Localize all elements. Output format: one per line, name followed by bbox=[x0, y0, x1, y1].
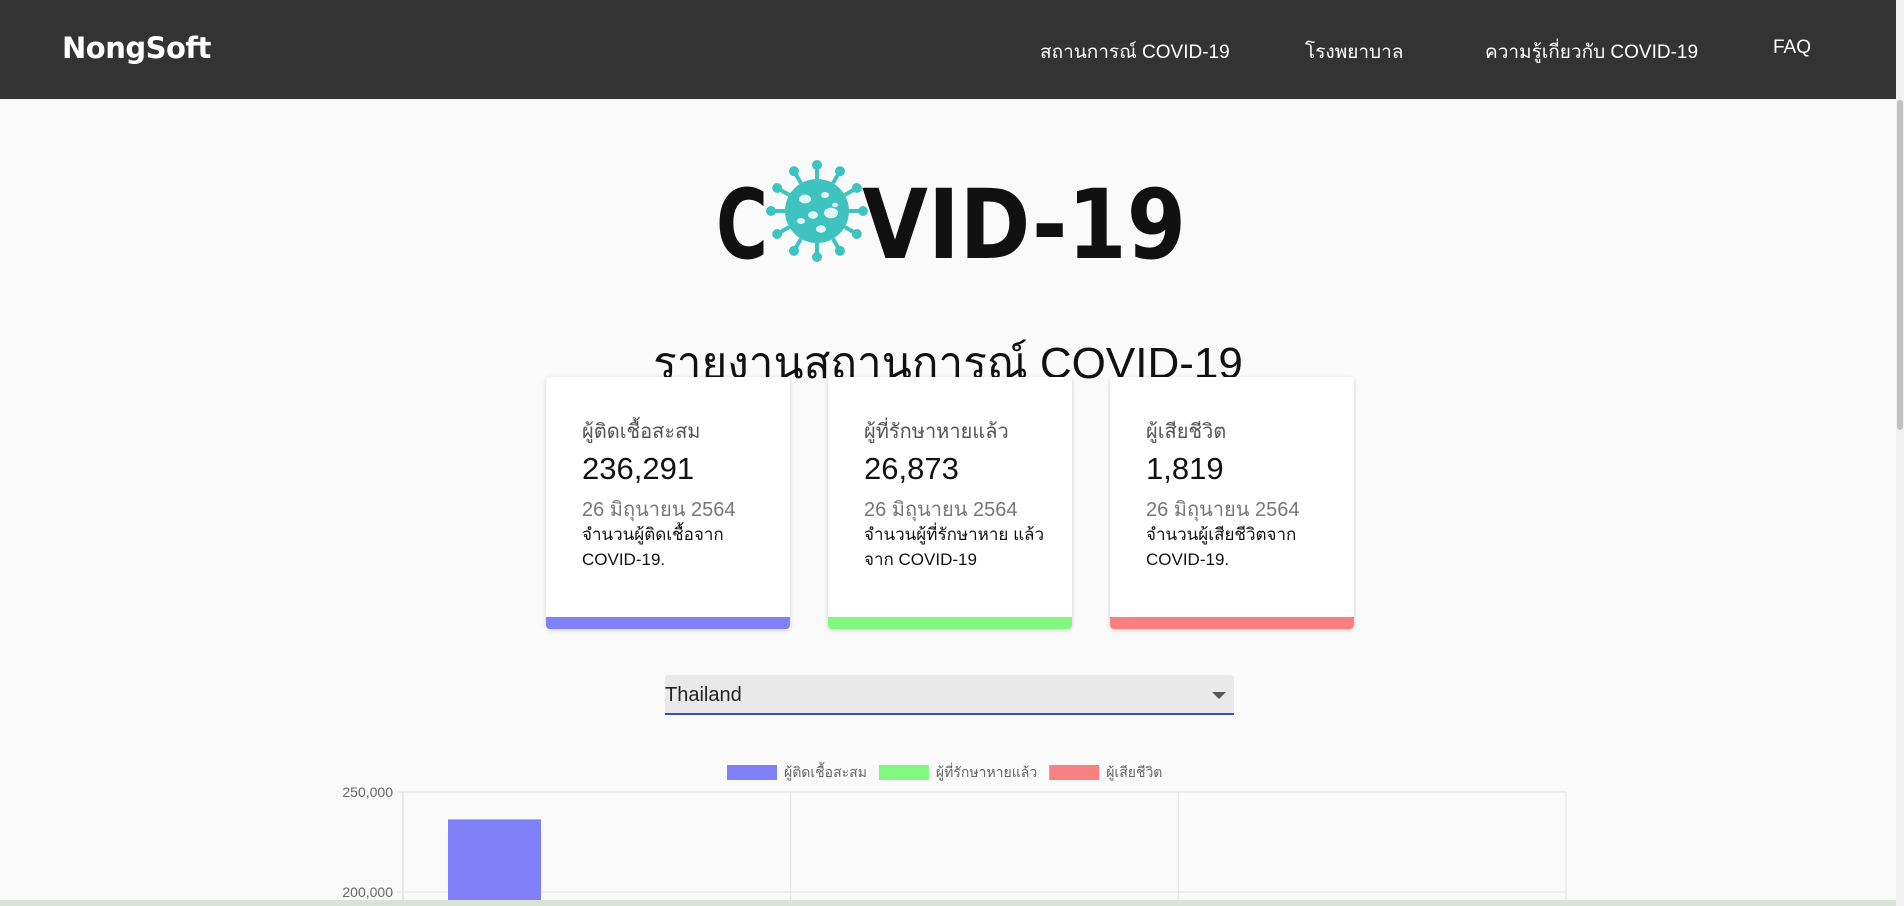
card-date: 26 มิถุนายน 2564 bbox=[582, 499, 736, 521]
nav-link-hospitals[interactable]: โรงพยาบาล bbox=[1305, 37, 1403, 67]
virus-spike-tip bbox=[851, 183, 862, 193]
card-value: 26,873 bbox=[864, 451, 959, 486]
country-select[interactable]: Thailand bbox=[665, 675, 1234, 715]
y-tick-label: 200,000 bbox=[342, 884, 393, 900]
card-description: จำนวนผู้เสียชีวิตจาก COVID-19. bbox=[1146, 525, 1297, 569]
logo-text-left: C bbox=[716, 169, 768, 266]
card-color-bar bbox=[546, 617, 790, 629]
card-value: 236,291 bbox=[582, 451, 695, 486]
brand-logo[interactable]: NongSoft bbox=[62, 31, 211, 65]
nav-link-covid-situation[interactable]: สถานการณ์ COVID-19 bbox=[1040, 37, 1230, 67]
card-confirmed: ผู้ติดเชื้อสะสม 236,291 26 มิถุนายน 2564… bbox=[546, 377, 790, 629]
virus-icon bbox=[766, 160, 868, 262]
virus-spike-tip bbox=[835, 245, 845, 256]
card-description: จำนวนผู้ที่รักษาหาย แล้วจาก COVID-19 bbox=[864, 525, 1044, 569]
legend-swatch bbox=[878, 765, 929, 780]
country-select-value: Thailand bbox=[665, 684, 742, 706]
card-date: 26 มิถุนายน 2564 bbox=[1146, 499, 1300, 521]
card-label: ผู้เสียชีวิต bbox=[1146, 421, 1227, 443]
navbar: NongSoft สถานการณ์ COVID-19 โรงพยาบาล คว… bbox=[0, 0, 1904, 99]
card-label: ผู้ติดเชื้อสะสม bbox=[582, 421, 701, 443]
virus-spot bbox=[799, 194, 811, 204]
card-description: จำนวนผู้ติดเชื้อจาก COVID-19. bbox=[582, 525, 724, 569]
card-label: ผู้ที่รักษาหายแล้ว bbox=[864, 421, 1009, 443]
card-color-bar bbox=[828, 617, 1072, 629]
virus-spike-tip bbox=[851, 229, 862, 239]
virus-spot bbox=[832, 202, 838, 208]
card-deaths: ผู้เสียชีวิต 1,819 26 มิถุนายน 2564 จำนว… bbox=[1110, 377, 1354, 629]
dropdown-arrow-icon bbox=[1212, 692, 1226, 699]
legend-label: ผู้ติดเชื้อสะสม bbox=[784, 762, 867, 781]
covid-bar-chart: ผู้ติดเชื้อสะสม ผู้ที่รักษาหายแล้ว ผู้เสีย… bbox=[342, 762, 1567, 906]
virus-body bbox=[785, 179, 849, 243]
card-recovered: ผู้ที่รักษาหายแล้ว 26,873 26 มิถุนายน 25… bbox=[828, 377, 1072, 629]
legend-label: ผู้ที่รักษาหายแล้ว bbox=[936, 763, 1037, 781]
virus-spike-tip bbox=[812, 160, 822, 170]
card-date: 26 มิถุนายน 2564 bbox=[864, 499, 1018, 521]
virus-spike-tip bbox=[789, 245, 799, 256]
legend-swatch bbox=[727, 765, 777, 780]
virus-spike-tip bbox=[772, 183, 783, 193]
virus-spot bbox=[816, 225, 826, 233]
scrollbar-thumb[interactable] bbox=[1897, 100, 1903, 430]
y-tick-label: 250,000 bbox=[342, 784, 393, 800]
nav-link-faq[interactable]: FAQ bbox=[1773, 37, 1811, 59]
virus-spot bbox=[824, 207, 838, 219]
covid-19-logo: C VID-19 bbox=[716, 160, 1186, 266]
virus-spike-tip bbox=[772, 229, 783, 239]
card-color-bar bbox=[1110, 617, 1354, 629]
virus-spot bbox=[797, 218, 805, 224]
virus-spike-tip bbox=[766, 206, 776, 216]
legend-swatch bbox=[1049, 765, 1100, 780]
nav-link-covid-knowledge[interactable]: ความรู้เกี่ยวกับ COVID-19 bbox=[1485, 37, 1698, 67]
logo-text-right: VID-19 bbox=[862, 169, 1186, 266]
chart-bar[interactable] bbox=[448, 819, 541, 906]
virus-spot bbox=[808, 211, 818, 219]
virus-spike-tip bbox=[835, 166, 845, 177]
legend-label: ผู้เสียชีวิต bbox=[1106, 764, 1162, 781]
virus-spike-tip bbox=[789, 166, 799, 177]
virus-spike-tip bbox=[812, 252, 822, 262]
page-scrollbar[interactable] bbox=[1896, 0, 1904, 906]
card-value: 1,819 bbox=[1146, 451, 1224, 486]
virus-spot bbox=[821, 192, 829, 198]
bottom-strip bbox=[0, 900, 1896, 906]
